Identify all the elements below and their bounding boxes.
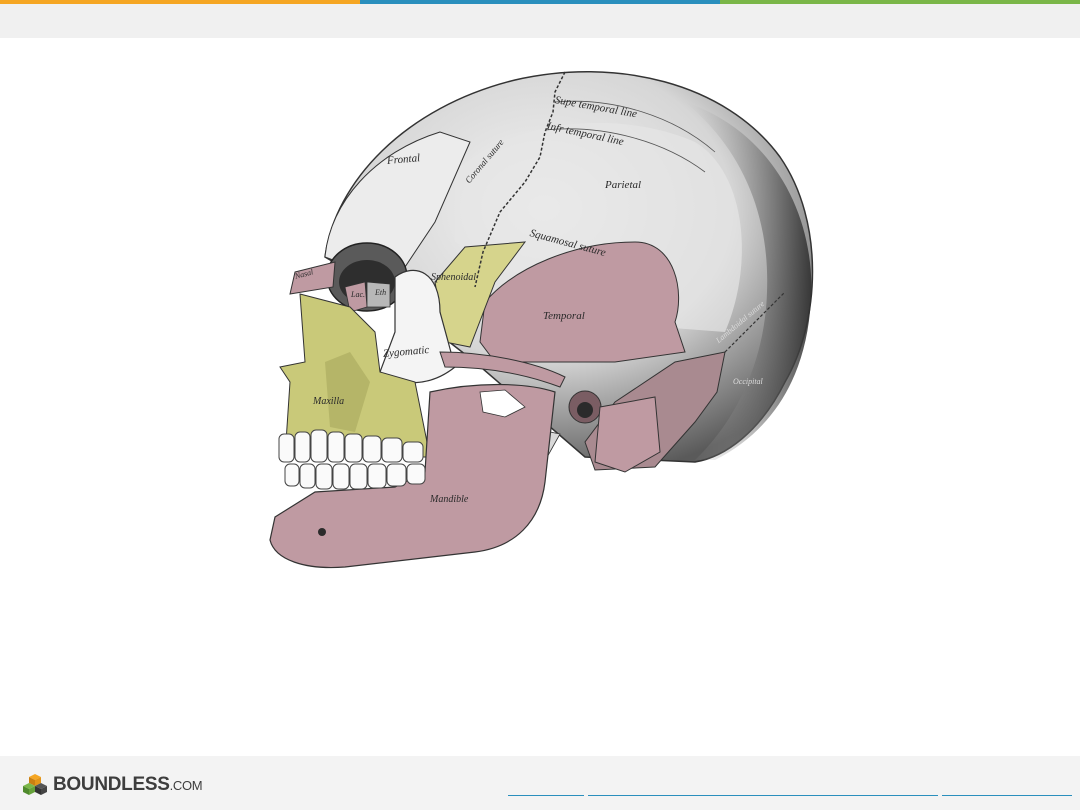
footer-link-underline-3[interactable] [942, 795, 1072, 796]
label-temporal: Temporal [543, 310, 585, 322]
mental-foramen [318, 528, 326, 536]
header-band [0, 4, 1080, 38]
label-eth: Eth [375, 288, 387, 297]
label-mandible: Mandible [430, 494, 469, 505]
label-sphenoidal: Sphenoidal [431, 272, 476, 283]
label-occipital: Occipital [733, 377, 763, 386]
skull-illustration: Supe temporal line Infr temporal line Co… [255, 62, 825, 582]
footer-link-underline-1[interactable] [508, 795, 584, 796]
label-lac: Lac. [351, 290, 365, 299]
brand-name: BOUNDLESS.COM [53, 774, 203, 795]
label-maxilla: Maxilla [313, 396, 345, 407]
footer-link-underline-2[interactable] [588, 795, 938, 796]
label-parietal: Parietal [605, 179, 642, 191]
footer-bar: BOUNDLESS.COM [0, 756, 1080, 810]
boundless-logo[interactable]: BOUNDLESS.COM [22, 772, 203, 798]
stacked-cubes-icon [23, 774, 47, 795]
brand-suffix: .COM [169, 778, 203, 793]
